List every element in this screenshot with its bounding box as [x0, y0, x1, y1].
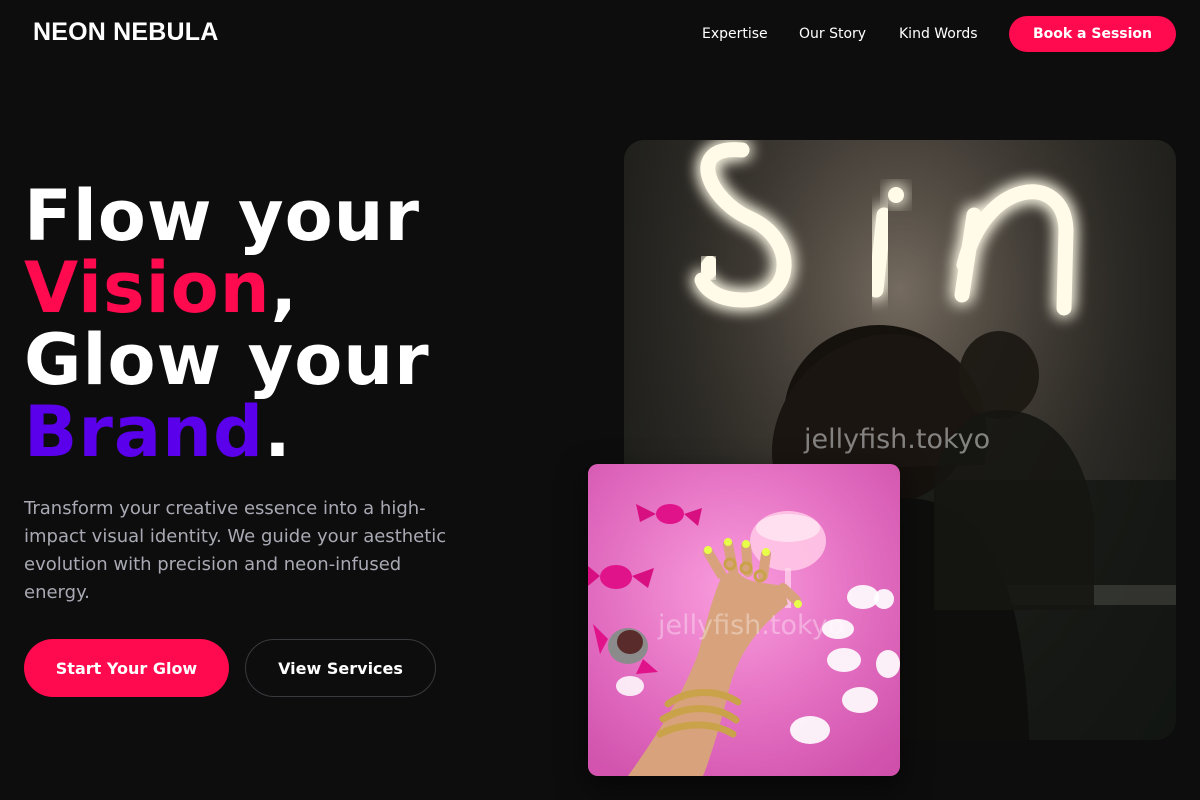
nav-link-our-story[interactable]: Our Story: [799, 26, 866, 42]
headline-comma: ,: [270, 247, 299, 329]
brand-logo[interactable]: NEON NEBULA: [33, 18, 219, 47]
top-nav: NEON NEBULA Expertise Our Story Kind Wor…: [0, 0, 1200, 68]
book-session-button[interactable]: Book a Session: [1009, 16, 1176, 52]
headline-line-3: Glow your: [24, 319, 430, 401]
small-image-watermark: jellyfish.tokyo: [658, 610, 845, 641]
hero-headline: Flow your Vision, Glow your Brand.: [24, 180, 430, 468]
headline-accent-vision: Vision: [24, 247, 271, 329]
start-your-glow-button[interactable]: Start Your Glow: [24, 639, 229, 697]
large-image-watermark: jellyfish.tokyo: [804, 424, 991, 455]
nav-link-expertise[interactable]: Expertise: [702, 26, 768, 42]
view-services-button[interactable]: View Services: [245, 639, 436, 697]
headline-line-2: Vision,: [24, 252, 430, 324]
nav-link-kind-words[interactable]: Kind Words: [899, 26, 978, 42]
hero-description: Transform your creative essence into a h…: [24, 498, 447, 603]
headline-accent-brand: Brand: [24, 391, 265, 473]
headline-line-1: Flow your: [24, 175, 421, 257]
pink-hand-photo: jellyfish.tokyo: [588, 464, 900, 776]
headline-line-4: Brand.: [24, 396, 430, 468]
landing-page: NEON NEBULA Expertise Our Story Kind Wor…: [0, 0, 1200, 800]
headline-period: .: [264, 391, 292, 473]
